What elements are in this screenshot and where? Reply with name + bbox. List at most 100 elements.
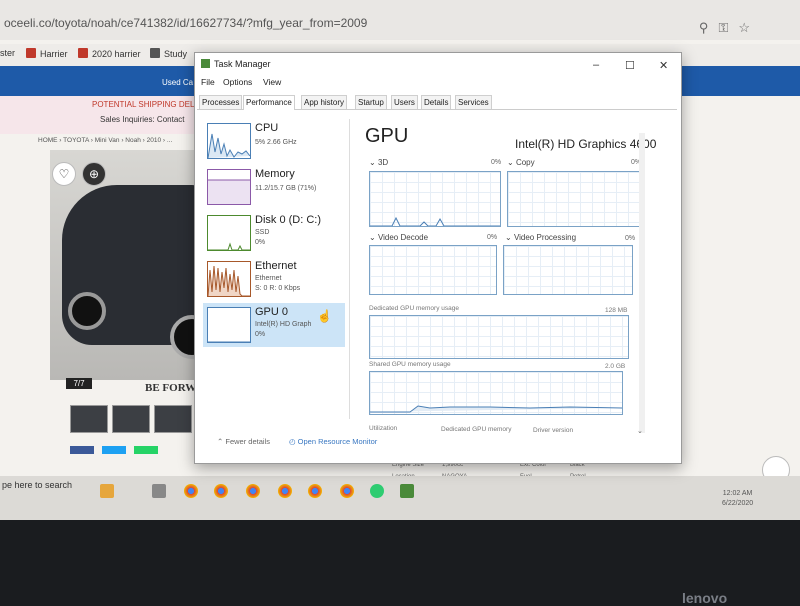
open-resource-monitor-link[interactable]: ◴ Open Resource Monitor	[289, 437, 377, 446]
engine-name: 3D	[377, 158, 389, 167]
sidebar-item-gpu[interactable]: GPU 0 Intel(R) HD Graph 0% ☝	[203, 303, 345, 347]
close-button[interactable]: ✕	[659, 59, 668, 72]
zoom-icon[interactable]: ⊕	[82, 162, 106, 186]
bookmark-2020-harrier[interactable]: 2020 harrier	[78, 48, 141, 59]
sidebar-item-detail: 0%	[255, 331, 266, 338]
sidebar-item-disk[interactable]: Disk 0 (D: C:) SSD 0%	[203, 211, 345, 255]
photo-counter: 7/7	[66, 378, 92, 389]
dedicated-memory-value: 128 MB	[605, 307, 628, 314]
sidebar-item-label: CPU	[255, 122, 279, 134]
engine-pct: 0%	[491, 159, 502, 166]
chrome-icon[interactable]	[214, 484, 228, 498]
tab-users[interactable]: Users	[391, 95, 418, 109]
stat-driver-version: Driver version	[533, 427, 574, 434]
tab-processes[interactable]: Processes	[199, 95, 243, 109]
laptop-brand-logo: lenovo	[682, 590, 728, 606]
sidebar-item-ethernet[interactable]: Ethernet Ethernet S: 0 R: 0 Kbps	[203, 257, 345, 301]
share-button[interactable]	[134, 446, 158, 454]
sidebar-item-detail: Ethernet	[255, 275, 282, 282]
engine-label-3d[interactable]: ⌄ 3D	[369, 158, 388, 167]
scroll-down-icon[interactable]: ⌄	[637, 427, 643, 435]
fewer-details-label: Fewer details	[225, 437, 270, 446]
page-title: GPU	[365, 125, 409, 147]
menu-options[interactable]: Options	[223, 77, 252, 87]
share-button[interactable]	[70, 446, 94, 454]
favorite-heart-icon[interactable]: ♡	[52, 162, 76, 186]
thumbnail[interactable]	[154, 405, 192, 433]
engine-name: Copy	[515, 158, 535, 167]
pane-divider	[349, 119, 350, 419]
menu-file[interactable]: File	[201, 77, 215, 87]
breadcrumb[interactable]: HOME › TOYOTA › Mini Van › Noah › 2010 ›…	[38, 137, 172, 144]
shipping-notice: POTENTIAL SHIPPING DELA	[92, 100, 200, 109]
tab-services[interactable]: Services	[455, 95, 492, 109]
browser-toolbar: oceeli.co/toyota/noah/ce741382/id/166277…	[0, 0, 800, 40]
sidebar-item-detail: 11.2/15.7 GB (71%)	[255, 185, 317, 192]
sidebar-item-cpu[interactable]: CPU 5% 2.66 GHz	[203, 119, 345, 163]
tab-startup[interactable]: Startup	[355, 95, 387, 109]
graph-dedicated-memory	[369, 315, 629, 359]
engine-label-copy[interactable]: ⌄ Copy	[507, 158, 535, 167]
gpu-model: Intel(R) HD Graphics 4600	[515, 137, 657, 151]
app-icon[interactable]	[370, 484, 384, 498]
performance-sidebar: CPU 5% 2.66 GHz Memory 11.2/15.7 GB (71%…	[203, 119, 347, 419]
chrome-icon[interactable]	[184, 484, 198, 498]
mouse-cursor-icon: ☝	[317, 309, 332, 323]
task-view-icon[interactable]	[152, 484, 166, 498]
engine-label-video-processing[interactable]: ⌄ Video Processing	[505, 233, 576, 242]
sidebar-item-detail: 5% 2.66 GHz	[255, 139, 297, 146]
bookmark-1[interactable]: ster	[0, 48, 15, 58]
tab-bar: Processes Performance App history Startu…	[197, 95, 677, 110]
resource-monitor-icon: ◴	[289, 437, 296, 446]
task-manager-taskbar-icon[interactable]	[400, 484, 414, 498]
address-bar[interactable]: oceeli.co/toyota/noah/ce741382/id/166277…	[4, 16, 367, 30]
chrome-icon[interactable]	[278, 484, 292, 498]
window-title: Task Manager	[201, 59, 271, 69]
scrollbar[interactable]	[639, 133, 645, 433]
wheel	[68, 292, 106, 330]
favicon-icon	[150, 48, 160, 58]
bookmark-study[interactable]: Study	[150, 48, 187, 59]
sales-inquiries[interactable]: Sales Inquiries: Contact	[100, 115, 185, 124]
tab-details[interactable]: Details	[421, 95, 452, 109]
taskbar-search[interactable]: pe here to search	[2, 480, 72, 490]
dedicated-memory-label: Dedicated GPU memory usage	[369, 305, 459, 312]
favicon-icon	[78, 48, 88, 58]
graph-copy	[507, 171, 641, 227]
chrome-icon[interactable]	[246, 484, 260, 498]
clock-date: 6/22/2020	[722, 500, 754, 507]
favicon-icon	[26, 48, 36, 58]
taskbar-clock[interactable]: 12:02 AM 6/22/2020	[722, 489, 753, 509]
fewer-details-button[interactable]: ⌃ Fewer details	[217, 437, 270, 446]
engine-label-video-decode[interactable]: ⌄ Video Decode	[369, 233, 428, 242]
tab-performance[interactable]: Performance	[243, 95, 295, 110]
share-button[interactable]	[102, 446, 126, 454]
chrome-icon[interactable]	[340, 484, 354, 498]
sidebar-item-detail: SSD	[255, 229, 270, 236]
bookmark-harrier[interactable]: Harrier	[26, 48, 68, 59]
thumbnail[interactable]	[70, 405, 108, 433]
sidebar-item-memory[interactable]: Memory 11.2/15.7 GB (71%)	[203, 165, 345, 209]
minimize-button[interactable]: –	[593, 59, 599, 71]
graph-3d	[369, 171, 501, 227]
maximize-button[interactable]: ☐	[625, 59, 635, 72]
toolbar-icons[interactable]: ⚲⚿☆	[699, 20, 760, 36]
cpu-sparkline	[207, 123, 251, 159]
cortana-icon[interactable]	[100, 484, 114, 498]
graph-shared-memory	[369, 371, 623, 415]
engine-name: Video Processing	[513, 233, 577, 242]
chrome-icon[interactable]	[308, 484, 322, 498]
thumbnail[interactable]	[112, 405, 150, 433]
tab-app-history[interactable]: App history	[301, 95, 348, 109]
bookmark-label: Harrier	[40, 49, 68, 59]
menu-view[interactable]: View	[263, 77, 281, 87]
disk-sparkline	[207, 215, 251, 251]
sidebar-item-detail: Intel(R) HD Graph	[255, 321, 312, 328]
sidebar-item-detail: 0%	[255, 239, 266, 246]
graph-video-decode	[369, 245, 497, 295]
title-text: Task Manager	[214, 59, 271, 69]
gpu-sparkline	[207, 307, 251, 343]
stat-dedicated-memory: Dedicated GPU memory	[441, 426, 512, 433]
used-car-link[interactable]: Used Ca	[162, 78, 193, 87]
bookmark-label: Study	[164, 49, 188, 59]
